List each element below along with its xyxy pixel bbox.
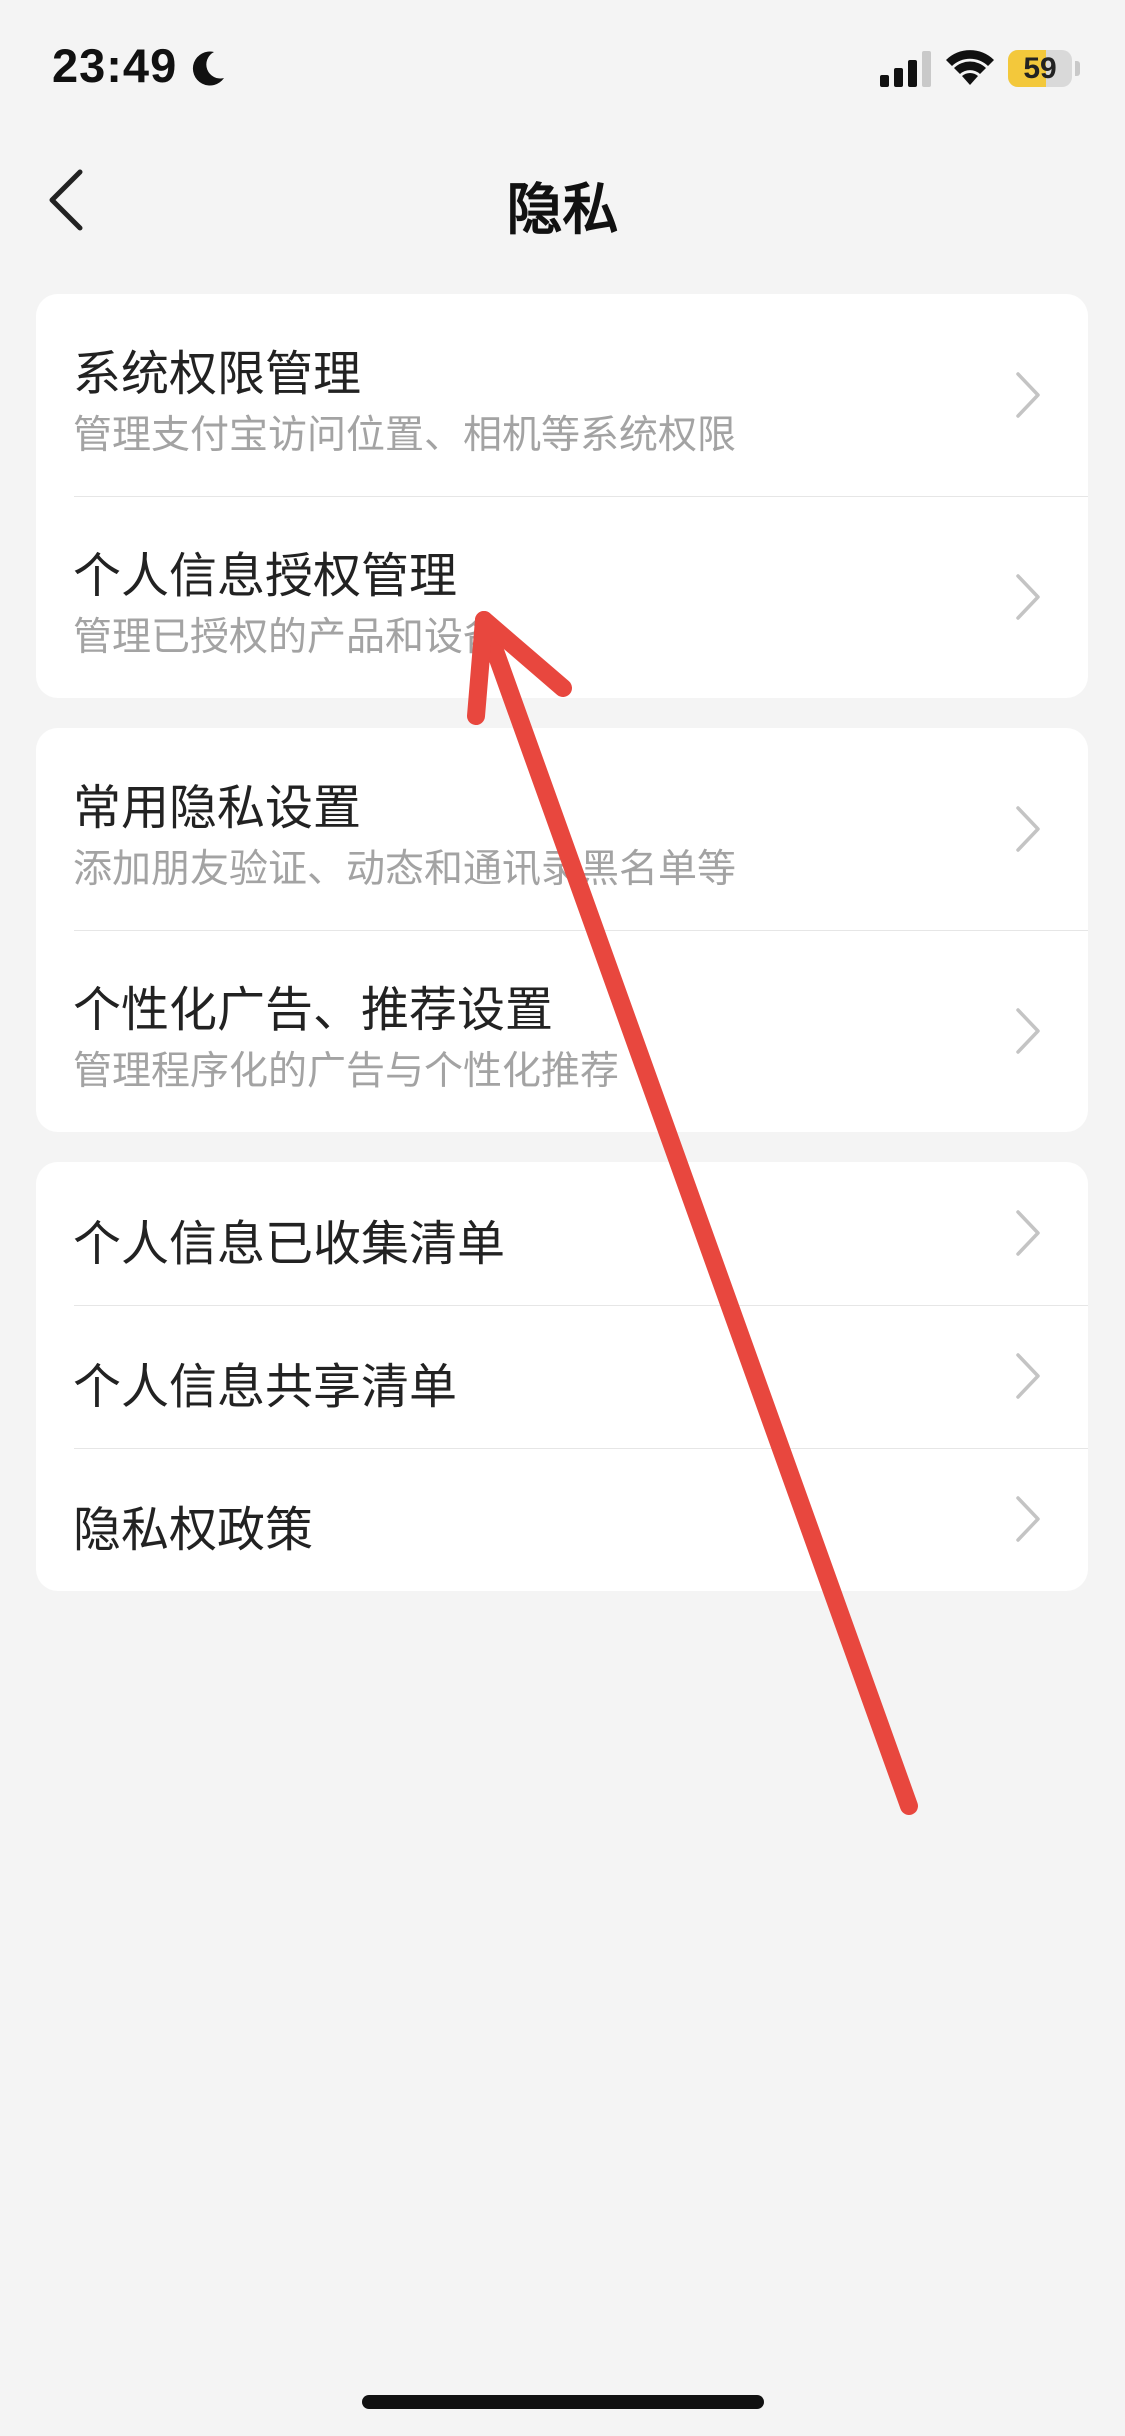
- row-title: 个人信息已收集清单: [73, 1216, 506, 1272]
- chevron-right-icon: [1016, 574, 1040, 620]
- battery-cap: [1075, 61, 1080, 76]
- settings-group-1: 系统权限管理 管理支付宝访问位置、相机等系统权限 个人信息授权管理 管理已授权的…: [36, 294, 1088, 698]
- row-subtitle: 添加朋友验证、动态和通讯录黑名单等: [73, 847, 737, 892]
- wifi-icon: [946, 50, 994, 85]
- page-title: 隐私: [506, 178, 619, 243]
- nav-bar: 隐私: [0, 140, 1125, 260]
- row-subtitle: 管理支付宝访问位置、相机等系统权限: [73, 413, 737, 458]
- row-title: 个人信息共享清单: [73, 1359, 458, 1415]
- chevron-right-icon: [1016, 1353, 1040, 1399]
- battery-icon: 59: [1008, 50, 1072, 87]
- row-title: 常用隐私设置: [73, 780, 362, 836]
- battery-level-text: 59: [1023, 52, 1057, 85]
- settings-group-3: 个人信息已收集清单 个人信息共享清单 隐私权政策: [36, 1162, 1088, 1591]
- row-title: 系统权限管理: [73, 346, 362, 402]
- row-system-permissions[interactable]: 系统权限管理 管理支付宝访问位置、相机等系统权限: [36, 294, 1088, 496]
- chevron-right-icon: [1016, 372, 1040, 418]
- status-time: 23:49: [52, 39, 178, 92]
- row-personal-info-authorization[interactable]: 个人信息授权管理 管理已授权的产品和设备: [36, 496, 1088, 698]
- home-indicator: [362, 2395, 764, 2409]
- row-personalized-ads-settings[interactable]: 个性化广告、推荐设置 管理程序化的广告与个性化推荐: [36, 930, 1088, 1132]
- row-shared-info-list[interactable]: 个人信息共享清单: [36, 1305, 1088, 1448]
- row-common-privacy-settings[interactable]: 常用隐私设置 添加朋友验证、动态和通讯录黑名单等: [36, 728, 1088, 930]
- row-title: 个人信息授权管理: [73, 548, 458, 604]
- row-collected-info-list[interactable]: 个人信息已收集清单: [36, 1162, 1088, 1305]
- row-title: 隐私权政策: [73, 1502, 314, 1558]
- chevron-right-icon: [1016, 1210, 1040, 1256]
- chevron-right-icon: [1016, 1496, 1040, 1542]
- row-subtitle: 管理已授权的产品和设备: [73, 615, 503, 660]
- chevron-right-icon: [1016, 1008, 1040, 1054]
- status-bar: 23:49 59: [0, 0, 1125, 140]
- chevron-right-icon: [1016, 806, 1040, 852]
- row-title: 个性化广告、推荐设置: [73, 982, 554, 1038]
- signal-icon: [880, 51, 931, 87]
- moon-icon: [192, 51, 224, 86]
- settings-group-2: 常用隐私设置 添加朋友验证、动态和通讯录黑名单等 个性化广告、推荐设置 管理程序…: [36, 728, 1088, 1132]
- row-privacy-policy[interactable]: 隐私权政策: [36, 1448, 1088, 1591]
- row-subtitle: 管理程序化的广告与个性化推荐: [73, 1049, 620, 1094]
